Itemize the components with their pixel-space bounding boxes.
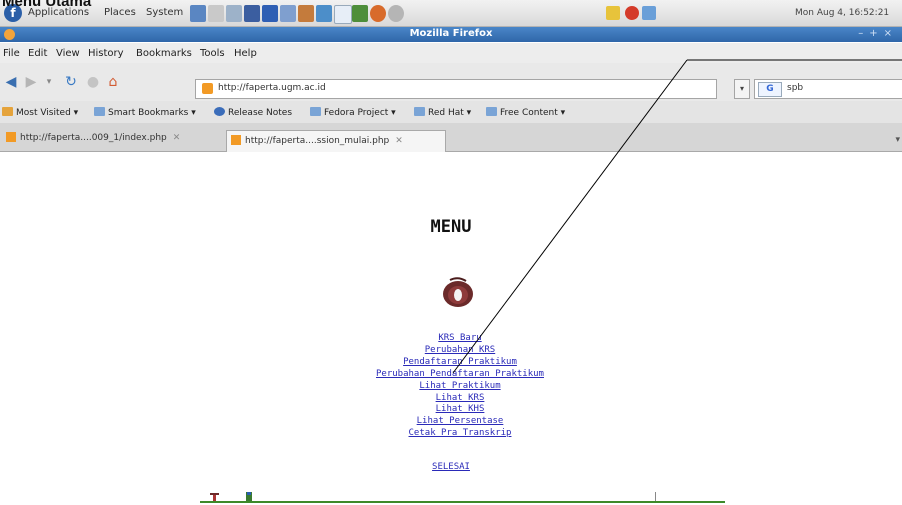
tab-favicon-icon [6,132,16,142]
link-lihat-persentase[interactable]: Lihat Persentase [310,416,610,428]
document-caption: Menu Utama [2,0,92,10]
launcher-icon[interactable] [208,5,224,22]
close-tab-icon[interactable]: ✕ [395,136,403,146]
bookmark-label: Release Notes [228,108,293,118]
fedora-bookmark-icon [214,107,225,116]
launcher-icon[interactable] [280,5,296,22]
stop-icon[interactable]: ● [84,73,102,91]
forward-arrow-icon[interactable]: ▶ [22,73,40,91]
link-perubahan-krs[interactable]: Perubahan KRS [310,345,610,357]
logout-link[interactable]: SELESAI [432,462,470,472]
menu-bar: File Edit View History Bookmarks Tools H… [0,43,902,63]
launcher-icon[interactable] [388,5,404,22]
bookmark-free-content[interactable]: Free Content ▾ [486,107,565,118]
back-arrow-icon[interactable]: ◀ [2,73,20,91]
url-dropdown-icon[interactable]: ▾ [734,79,750,99]
link-cetak-pra-transkrip[interactable]: Cetak Pra Transkrip [310,428,610,440]
launcher-icon[interactable] [298,5,314,22]
tab-label: http://faperta....009_1/index.php [20,133,167,143]
clock[interactable]: Mon Aug 4, 16:52:21 [795,8,889,18]
link-lihat-praktikum[interactable]: Lihat Praktikum [310,381,610,393]
link-pendaftaran-praktikum[interactable]: Pendaftaran Praktikum [310,357,610,369]
bookmark-red-hat[interactable]: Red Hat ▾ [414,107,471,118]
launcher-icon[interactable] [316,5,332,22]
search-engine-icon[interactable]: G [758,82,782,97]
page-title: MENU [430,217,472,237]
history-dropdown-icon[interactable]: ▾ [40,73,58,91]
tab-list-dropdown-icon[interactable]: ▾ [895,135,900,145]
folder-icon [94,107,105,116]
menu-history[interactable]: History [88,48,124,59]
home-icon[interactable]: ⌂ [104,73,122,91]
launcher-icon[interactable] [334,5,352,24]
window-title: Mozilla Firefox [409,28,493,39]
network-tray-icon[interactable] [642,6,656,20]
launcher-icon[interactable] [244,5,260,22]
bookmark-release-notes[interactable]: Release Notes [214,107,292,118]
logout-wrapper: SELESAI [0,462,902,472]
update-tray-icon[interactable] [625,6,639,20]
folder-icon [414,107,425,116]
launcher-icon[interactable] [262,5,278,22]
bookmark-label: Most Visited [16,108,71,118]
link-lihat-krs[interactable]: Lihat KRS [310,393,610,405]
folder-icon [310,107,321,116]
bookmark-label: Free Content [500,108,558,118]
bookmark-label: Smart Bookmarks [108,108,189,118]
bookmark-most-visited[interactable]: Most Visited ▾ [2,107,78,118]
bookmark-label: Fedora Project [324,108,389,118]
tab-favicon-icon [231,135,241,145]
search-query: spb [787,83,804,93]
tab-index[interactable]: http://faperta....009_1/index.php ✕ [2,132,220,151]
bookmark-label: Red Hat [428,108,464,118]
page-content: MENU KRS Baru Perubahan KRS Pendaftaran … [0,152,902,505]
places-menu[interactable]: Places [104,7,136,18]
link-lihat-khs[interactable]: Lihat KHS [310,404,610,416]
tab-label: http://faperta....ssion_mulai.php [245,136,390,146]
site-favicon-icon [202,83,213,94]
tab-session-mulai[interactable]: http://faperta....ssion_mulai.php ✕ [226,130,446,152]
bookmarks-toolbar: Most Visited ▾ Smart Bookmarks ▾ Release… [0,101,902,123]
tab-strip: http://faperta....009_1/index.php ✕ http:… [0,123,902,152]
link-perubahan-pendaftaran-praktikum[interactable]: Perubahan Pendaftaran Praktikum [310,369,610,381]
bookmark-fedora-project[interactable]: Fedora Project ▾ [310,107,396,118]
close-tab-icon[interactable]: ✕ [173,133,181,143]
launcher-icon[interactable] [226,5,242,22]
menu-bookmarks[interactable]: Bookmarks [136,48,192,59]
url-text: http://faperta.ugm.ac.id [218,83,326,93]
menu-edit[interactable]: Edit [28,48,47,59]
window-titlebar[interactable]: Mozilla Firefox –+× [0,27,902,42]
launcher-icon[interactable] [190,5,206,22]
university-logo-icon [443,277,473,307]
grass-decoration [200,492,725,503]
url-bar[interactable]: http://faperta.ugm.ac.id [195,79,717,99]
launcher-icon[interactable] [370,5,386,22]
window-controls[interactable]: –+× [858,28,898,39]
notes-tray-icon[interactable] [606,6,620,20]
folder-icon [2,107,13,116]
menu-links: KRS Baru Perubahan KRS Pendaftaran Prakt… [310,333,610,440]
bookmark-smart-bookmarks[interactable]: Smart Bookmarks ▾ [94,107,196,118]
system-menu[interactable]: System [146,7,183,18]
reload-icon[interactable]: ↻ [62,73,80,91]
gnome-top-panel: f Applications Places System Mon Aug 4, … [0,0,902,27]
link-krs-baru[interactable]: KRS Baru [310,333,610,345]
folder-icon [486,107,497,116]
launcher-icon[interactable] [352,5,368,22]
menu-view[interactable]: View [56,48,80,59]
menu-file[interactable]: File [3,48,20,59]
search-bar[interactable]: G spb [754,79,902,99]
menu-tools[interactable]: Tools [200,48,225,59]
menu-help[interactable]: Help [234,48,257,59]
